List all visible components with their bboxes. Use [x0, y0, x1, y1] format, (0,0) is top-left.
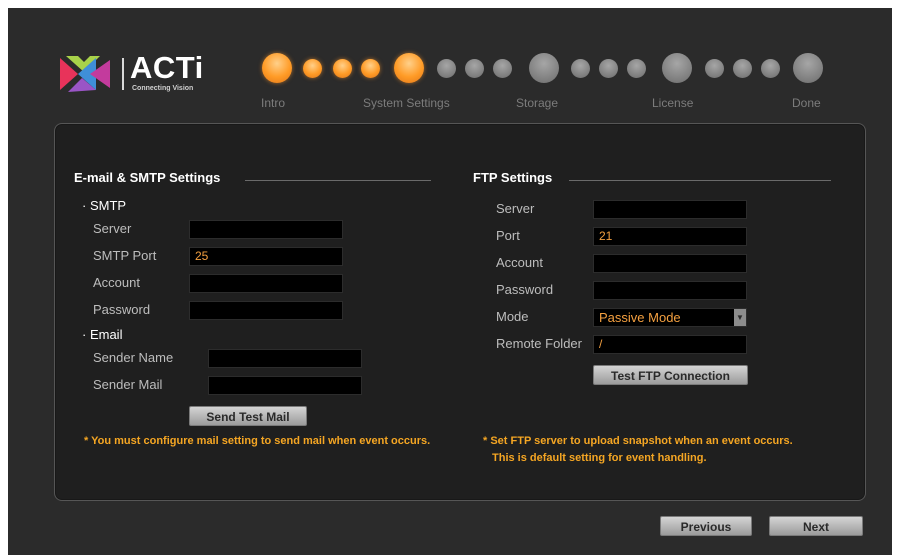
- ftp-mode-value: Passive Mode: [599, 310, 681, 325]
- smtp-server-label: Server: [93, 221, 132, 236]
- email-subtitle: · Email: [82, 327, 123, 342]
- sender-mail-label: Sender Mail: [93, 377, 163, 392]
- email-section-divider: [245, 180, 431, 181]
- setup-wizard-window: ACTi Connecting Vision Intro System Sett…: [8, 8, 892, 555]
- step-dot: [733, 59, 752, 78]
- ftp-mode-label: Mode: [496, 309, 529, 324]
- step-dot: [599, 59, 618, 78]
- smtp-password-label: Password: [93, 302, 151, 317]
- smtp-subtitle-text: SMTP: [89, 198, 127, 213]
- step-dot-intro: [262, 53, 292, 83]
- acti-logo-icon: [60, 56, 110, 92]
- remote-folder-input[interactable]: [593, 335, 747, 354]
- email-subtitle-text: Email: [89, 327, 123, 342]
- step-label-done: Done: [792, 96, 821, 110]
- ftp-section-divider: [569, 180, 831, 181]
- smtp-port-input[interactable]: [189, 247, 343, 266]
- smtp-port-label: SMTP Port: [93, 248, 157, 263]
- ftp-section-title: FTP Settings: [473, 170, 553, 185]
- step-dot: [493, 59, 512, 78]
- smtp-subtitle: · SMTP: [82, 198, 127, 213]
- logo-separator: [122, 58, 124, 90]
- ftp-password-label: Password: [496, 282, 554, 297]
- ftp-account-label: Account: [496, 255, 543, 270]
- step-dot: [627, 59, 646, 78]
- sender-mail-input[interactable]: [208, 376, 362, 395]
- step-dot: [437, 59, 456, 78]
- step-dot: [761, 59, 780, 78]
- step-dot: [361, 59, 380, 78]
- acti-logo: ACTi Connecting Vision: [60, 50, 220, 96]
- step-dot-done: [793, 53, 823, 83]
- step-dot: [705, 59, 724, 78]
- ftp-note-line1: * Set FTP server to upload snapshot when…: [483, 435, 793, 447]
- test-ftp-connection-button[interactable]: Test FTP Connection: [593, 365, 748, 385]
- ftp-note-line2: This is default setting for event handli…: [492, 452, 707, 464]
- smtp-password-input[interactable]: [189, 301, 343, 320]
- step-dot: [465, 59, 484, 78]
- step-dot: [571, 59, 590, 78]
- smtp-account-label: Account: [93, 275, 140, 290]
- send-test-mail-button[interactable]: Send Test Mail: [189, 406, 307, 426]
- ftp-password-input[interactable]: [593, 281, 747, 300]
- brand-name: ACTi: [130, 50, 204, 85]
- ftp-port-label: Port: [496, 228, 520, 243]
- email-smtp-section-title: E-mail & SMTP Settings: [74, 170, 221, 185]
- smtp-server-input[interactable]: [189, 220, 343, 239]
- brand-tagline: Connecting Vision: [132, 85, 194, 92]
- ftp-account-input[interactable]: [593, 254, 747, 273]
- chevron-down-icon[interactable]: ▼: [734, 309, 746, 326]
- step-dot: [333, 59, 352, 78]
- step-dot-system-settings: [394, 53, 424, 83]
- sender-name-input[interactable]: [208, 349, 362, 368]
- ftp-server-input[interactable]: [593, 200, 747, 219]
- email-note: * You must configure mail setting to sen…: [84, 435, 431, 447]
- ftp-server-label: Server: [496, 201, 535, 216]
- step-dot: [303, 59, 322, 78]
- sender-name-label: Sender Name: [93, 350, 174, 365]
- previous-button[interactable]: Previous: [660, 516, 752, 536]
- step-dot-storage: [529, 53, 559, 83]
- step-label-storage: Storage: [516, 96, 559, 110]
- settings-panel: E-mail & SMTP Settings · SMTP Server SMT…: [54, 123, 866, 501]
- step-label-system-settings: System Settings: [363, 96, 450, 110]
- next-button[interactable]: Next: [769, 516, 863, 536]
- step-label-license: License: [652, 96, 694, 110]
- step-dot-license: [662, 53, 692, 83]
- ftp-port-input[interactable]: [593, 227, 747, 246]
- remote-folder-label: Remote Folder: [496, 336, 582, 351]
- ftp-mode-select[interactable]: Passive Mode ▼: [593, 308, 747, 327]
- smtp-account-input[interactable]: [189, 274, 343, 293]
- step-label-intro: Intro: [261, 96, 286, 110]
